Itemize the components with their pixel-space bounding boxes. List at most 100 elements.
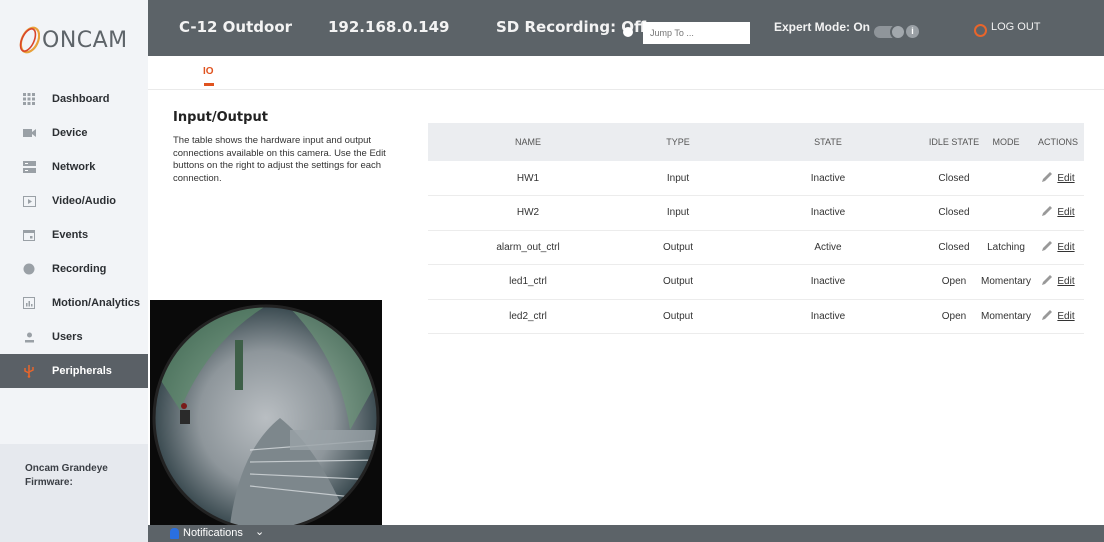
col-type: TYPE [628,123,728,161]
cell-idle: Closed [928,230,980,265]
cell-name: led2_ctrl [428,299,628,334]
firmware-label: Firmware: [25,477,73,488]
firmware-product: Oncam Grandeye [25,463,108,474]
sidebar-item-motion-analytics[interactable]: Motion/Analytics [0,286,148,320]
edit-button[interactable]: Edit [1057,311,1074,322]
sidebar-item-label: Recording [52,263,107,275]
chevron-down-icon[interactable]: ⌄ [255,525,264,538]
edit-button[interactable]: Edit [1057,242,1074,253]
cell-mode: Latching [980,230,1032,265]
page-description: The table shows the hardware input and o… [173,135,386,184]
tab-active-indicator [204,83,214,86]
bell-icon [170,528,179,539]
cell-actions: Edit [1032,195,1084,231]
cell-mode [980,161,1032,196]
sidebar-item-label: Dashboard [52,93,110,105]
grid-icon [22,92,36,106]
sidebar-item-dashboard[interactable]: Dashboard [0,82,148,116]
sd-recording-status: SD Recording: Off [496,18,647,36]
camera-preview[interactable] [150,300,382,525]
edit-button[interactable]: Edit [1057,207,1074,218]
table-row: alarm_out_ctrl Output Active Closed Latc… [428,230,1084,265]
pencil-icon [1041,309,1053,324]
power-icon[interactable] [974,24,987,37]
cell-state: Inactive [728,195,928,231]
cell-state: Inactive [728,264,928,300]
record-icon [22,262,36,276]
jump-to-input[interactable] [643,22,750,44]
cell-type: Output [628,264,728,300]
table-row: led1_ctrl Output Inactive Open Momentary… [428,264,1084,300]
cell-name: HW1 [428,161,628,196]
sidebar-item-video-audio[interactable]: Video/Audio [0,184,148,218]
cell-name: HW2 [428,195,628,231]
camera-icon [22,126,36,140]
server-icon [22,160,36,174]
app-root: ONCAM Dashboard Device Network Video/Aud… [0,0,1104,542]
notifications-label[interactable]: Notifications [183,527,243,539]
sidebar-item-peripherals[interactable]: Peripherals [0,354,148,388]
logout-button[interactable]: LOG OUT [991,0,1041,50]
pencil-icon [1041,171,1053,186]
usb-icon [22,364,36,378]
sidebar-item-events[interactable]: Events [0,218,148,252]
expert-mode-toggle[interactable] [874,24,906,40]
col-actions: ACTIONS [1032,123,1084,161]
sidebar-item-label: Events [52,229,89,241]
table-row: HW2 Input Inactive Closed Edit [428,195,1084,231]
logo-text: ONCAM [42,27,128,53]
pencil-icon [1041,205,1053,220]
sidebar-item-label: Users [52,331,83,343]
sidebar-item-label: Motion/Analytics [52,297,141,309]
sidebar-item-users[interactable]: Users [0,320,148,354]
sidebar-item-label: Video/Audio [52,195,116,207]
col-state: STATE [728,123,928,161]
toggle-knob [890,24,906,40]
info-icon[interactable]: i [906,25,919,38]
device-name: C-12 Outdoor [179,18,293,36]
chart-icon [22,296,36,310]
edit-button[interactable]: Edit [1057,173,1074,184]
sidebar-item-network[interactable]: Network [0,150,148,184]
cell-state: Inactive [728,299,928,334]
sidebar-item-device[interactable]: Device [0,116,148,150]
user-icon [22,330,36,344]
sidebar-item-label: Peripherals [52,365,112,377]
sidebar-item-label: Network [52,161,96,173]
cell-type: Input [628,161,728,196]
col-name: NAME [428,123,628,161]
table-row: led2_ctrl Output Inactive Open Momentary… [428,299,1084,334]
table-row: HW1 Input Inactive Closed Edit [428,161,1084,196]
cell-idle: Open [928,264,980,300]
table-header-row: NAME TYPE STATE IDLE STATE MODE ACTIONS [428,123,1084,161]
cell-type: Output [628,299,728,334]
pencil-icon [1041,274,1053,289]
expert-mode-label: Expert Mode: On [774,20,871,34]
page-title: Input/Output [173,110,268,125]
logo-mark-icon [19,26,40,54]
pencil-icon [1041,240,1053,255]
col-idle-state: IDLE STATE [928,123,980,161]
top-bar: C-12 Outdoor 192.168.0.149 SD Recording:… [148,0,1104,56]
cell-idle: Closed [928,161,980,196]
sidebar-item-recording[interactable]: Recording [0,252,148,286]
cell-actions: Edit [1032,264,1084,300]
firmware-info: Oncam Grandeye Firmware: [0,444,148,542]
cell-type: Input [628,195,728,231]
io-table: NAME TYPE STATE IDLE STATE MODE ACTIONS … [428,123,1084,334]
notifications-bar[interactable]: Notifications ⌄ [148,525,1104,542]
cell-actions: Edit [1032,230,1084,265]
calendar-icon [22,228,36,242]
play-icon [22,194,36,208]
cell-type: Output [628,230,728,265]
sidebar-item-label: Device [52,127,88,139]
tab-io[interactable]: IO [203,66,214,77]
tab-bar: IO [148,56,1104,90]
oncam-logo[interactable]: ONCAM [18,20,128,60]
cell-mode [980,195,1032,231]
sidebar: ONCAM Dashboard Device Network Video/Aud… [0,0,148,542]
edit-button[interactable]: Edit [1057,276,1074,287]
cell-idle: Closed [928,195,980,231]
cell-name: led1_ctrl [428,264,628,300]
fisheye-image [150,300,382,525]
